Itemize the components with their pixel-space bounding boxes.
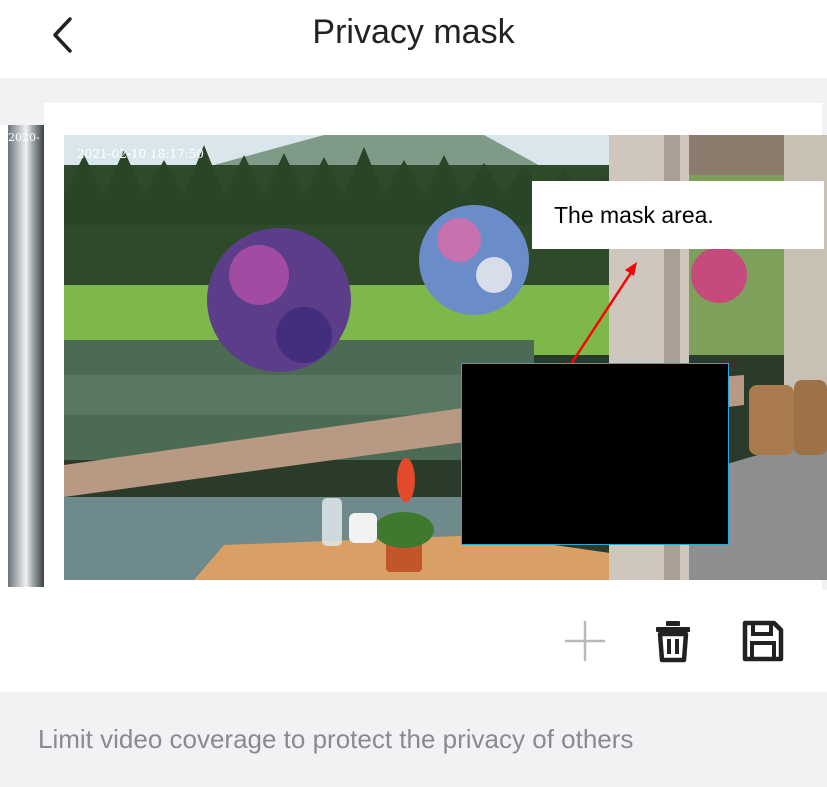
side-thumbnail-timestamp: 2020- — [8, 131, 40, 144]
preview-left-band — [0, 103, 44, 125]
privacy-mask-rectangle[interactable] — [461, 363, 729, 545]
page-title: Privacy mask — [312, 13, 515, 51]
top-bar: Privacy mask — [0, 0, 827, 78]
mask-area-callout: The mask area. — [532, 181, 824, 249]
privacy-mask-description: Limit video coverage to protect the priv… — [38, 724, 634, 754]
trash-icon — [656, 621, 690, 663]
description-band: Limit video coverage to protect the priv… — [0, 692, 827, 787]
save-mask-button[interactable] — [738, 616, 788, 666]
mask-toolbar — [0, 590, 827, 692]
side-camera-thumbnail[interactable]: 2020- — [8, 125, 44, 587]
add-mask-button[interactable] — [560, 616, 610, 666]
floppy-disk-icon — [742, 620, 784, 662]
camera-timestamp: 2021-02-10 18:17:50 — [77, 147, 204, 161]
header-divider-band — [0, 78, 827, 103]
delete-mask-button[interactable] — [648, 616, 698, 666]
plus-icon — [564, 620, 606, 662]
